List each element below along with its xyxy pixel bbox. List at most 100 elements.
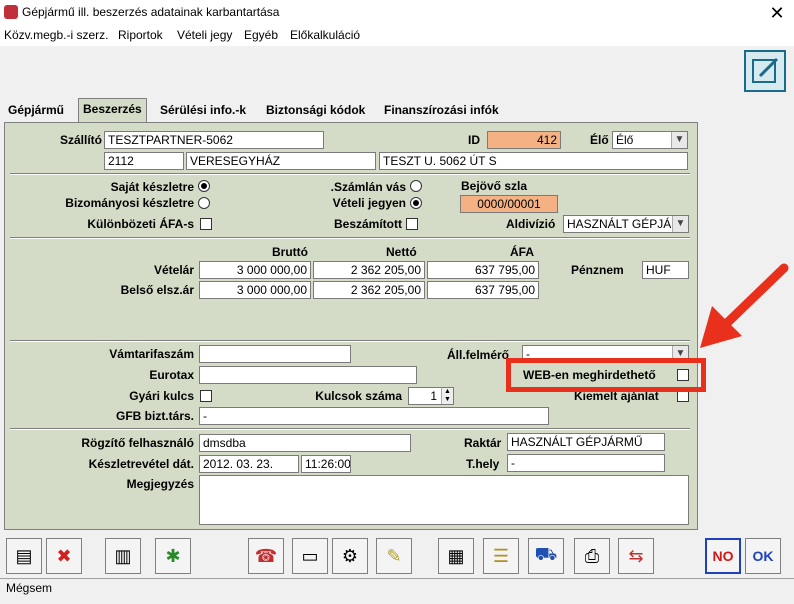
stock-date-field[interactable]: 2012. 03. 23.: [199, 455, 299, 473]
storage-place-label: T.hely: [466, 457, 500, 471]
street-field[interactable]: TESZT U. 5062 ÚT S: [379, 152, 688, 170]
supplier-label: Szállító: [60, 133, 103, 147]
own-stock-radio[interactable]: [198, 180, 210, 192]
eurotax-label: Eurotax: [149, 368, 194, 382]
zip-field[interactable]: 2112: [104, 152, 184, 170]
menu-purchase-ticket[interactable]: Vételi jegy: [177, 28, 232, 42]
tab-vehicle[interactable]: Gépjármű: [4, 100, 68, 122]
internal-vat-field[interactable]: 637 795,00: [427, 281, 539, 299]
menu-other[interactable]: Egyéb: [244, 28, 278, 42]
key-count-label: Kulcsok száma: [315, 389, 402, 403]
alive-value: Élő: [616, 133, 634, 147]
documents-button[interactable]: ▦: [438, 538, 474, 574]
subdivision-select[interactable]: HASZNÁLT GÉPJÁ ▼: [563, 215, 689, 233]
storage-place-field[interactable]: -: [507, 454, 665, 472]
id-field[interactable]: 412: [487, 131, 561, 149]
delete-list-button[interactable]: ✖: [46, 538, 82, 574]
transfer-button[interactable]: ⇆: [618, 538, 654, 574]
extra-car-icon: ⛟: [534, 544, 558, 564]
chevron-down-icon[interactable]: ▼: [672, 216, 688, 232]
alive-select[interactable]: Élő ▼: [612, 131, 688, 149]
purchase-net-field[interactable]: 2 362 205,00: [313, 261, 425, 279]
purchase-ticket-radio[interactable]: [410, 197, 422, 209]
purchase-price-label: Vételár: [153, 263, 194, 277]
window-title: Gépjármű ill. beszerzés adatainak karban…: [22, 5, 280, 19]
tab-damage-info[interactable]: Sérülési info.-k: [156, 100, 250, 122]
coins-icon: ☰: [492, 545, 510, 566]
coins-button[interactable]: ☰: [483, 538, 519, 574]
id-label: ID: [468, 133, 480, 147]
menu-contracts[interactable]: Közv.megb.-i szerz.: [4, 28, 108, 42]
eurotax-field[interactable]: [199, 366, 417, 384]
city-field[interactable]: VERESEGYHÁZ: [186, 152, 376, 170]
report-icon: ▥: [114, 545, 132, 566]
card-button[interactable]: ▭: [292, 538, 328, 574]
recording-user-field[interactable]: dmsdba: [199, 434, 411, 452]
printer-icon: ⎙: [584, 545, 600, 566]
arrow-icon: [700, 263, 789, 348]
menu-reports[interactable]: Riportok: [118, 28, 163, 42]
spray-icon: ✱: [165, 545, 181, 566]
spray-button[interactable]: ✱: [155, 538, 191, 574]
diff-vat-checkbox[interactable]: [200, 218, 212, 230]
tab-financing-info[interactable]: Finanszírozási infók: [380, 100, 503, 122]
printer-list-button[interactable]: ▤: [6, 538, 42, 574]
notes-button[interactable]: ✎: [376, 538, 412, 574]
app-icon: [4, 5, 18, 19]
alive-label: Élő: [590, 133, 609, 147]
phone-button[interactable]: ☎: [248, 538, 284, 574]
stock-time-field[interactable]: 11:26:00: [301, 455, 351, 473]
offset-checkbox[interactable]: [406, 218, 418, 230]
purchase-gross-field[interactable]: 3 000 000,00: [199, 261, 311, 279]
close-button[interactable]: ✕: [764, 1, 790, 25]
note-textarea[interactable]: [199, 475, 689, 525]
note-label: Megjegyzés: [126, 477, 194, 491]
net-header: Nettó: [386, 245, 417, 259]
delete-icon: ✖: [56, 545, 72, 566]
menu-precalculation[interactable]: Előkalkuláció: [290, 28, 360, 42]
print-button[interactable]: ⎙: [574, 538, 610, 574]
commission-stock-radio[interactable]: [198, 197, 210, 209]
customs-field[interactable]: [199, 345, 351, 363]
own-stock-label: Saját készletre: [110, 180, 194, 194]
internal-price-label: Belső elsz.ár: [120, 283, 194, 297]
gfb-field[interactable]: -: [199, 407, 549, 425]
documents-icon: ▦: [447, 545, 465, 566]
tab-purchase[interactable]: Beszerzés: [78, 98, 147, 123]
cancel-button[interactable]: NO: [705, 538, 741, 574]
subdivision-label: Aldivízió: [506, 217, 556, 231]
key-count-stepper[interactable]: 1 ▲ ▼: [408, 387, 454, 405]
extra-car-button[interactable]: ⛟: [528, 538, 564, 574]
card-icon: ▭: [301, 545, 319, 566]
menu-bar: Közv.megb.-i szerz. Riportok Vételi jegy…: [0, 26, 794, 46]
factory-keys-checkbox[interactable]: [200, 390, 212, 402]
commission-stock-label: Bizományosi készletre: [65, 196, 194, 210]
internal-gross-field[interactable]: 3 000 000,00: [199, 281, 311, 299]
incoming-invoice-field[interactable]: 0000/00001: [460, 195, 558, 213]
currency-field[interactable]: HUF: [642, 261, 689, 279]
divider: [10, 340, 690, 342]
internal-net-field[interactable]: 2 362 205,00: [313, 281, 425, 299]
divider: [10, 237, 690, 239]
car-check-button[interactable]: ⚙: [332, 538, 368, 574]
title-bar: Gépjármű ill. beszerzés adatainak karban…: [0, 0, 794, 26]
gross-header: Bruttó: [272, 245, 308, 259]
supplier-name-field[interactable]: TESZTPARTNER-5062: [104, 131, 324, 149]
highlight-box: [506, 358, 706, 392]
report-button[interactable]: ▥: [105, 538, 141, 574]
vat-header: ÁFA: [510, 245, 534, 259]
subdivision-value: HASZNÁLT GÉPJÁ: [567, 217, 672, 231]
car-check-icon: ⚙: [341, 545, 359, 566]
ok-button[interactable]: OK: [745, 538, 781, 574]
recording-user-label: Rögzítő felhasználó: [81, 436, 194, 450]
spinner-arrows-icon[interactable]: ▲ ▼: [441, 388, 453, 404]
edit-icon: [752, 57, 779, 83]
edit-button[interactable]: [744, 50, 786, 92]
key-count-value: 1: [430, 389, 437, 403]
invoice-radio[interactable]: [410, 180, 422, 192]
warehouse-field[interactable]: HASZNÁLT GÉPJÁRMŰ: [507, 433, 665, 451]
tab-security-codes[interactable]: Biztonsági kódok: [262, 100, 369, 122]
gfb-label: GFB bizt.társ.: [115, 409, 194, 423]
purchase-vat-field[interactable]: 637 795,00: [427, 261, 539, 279]
chevron-down-icon[interactable]: ▼: [671, 132, 687, 148]
